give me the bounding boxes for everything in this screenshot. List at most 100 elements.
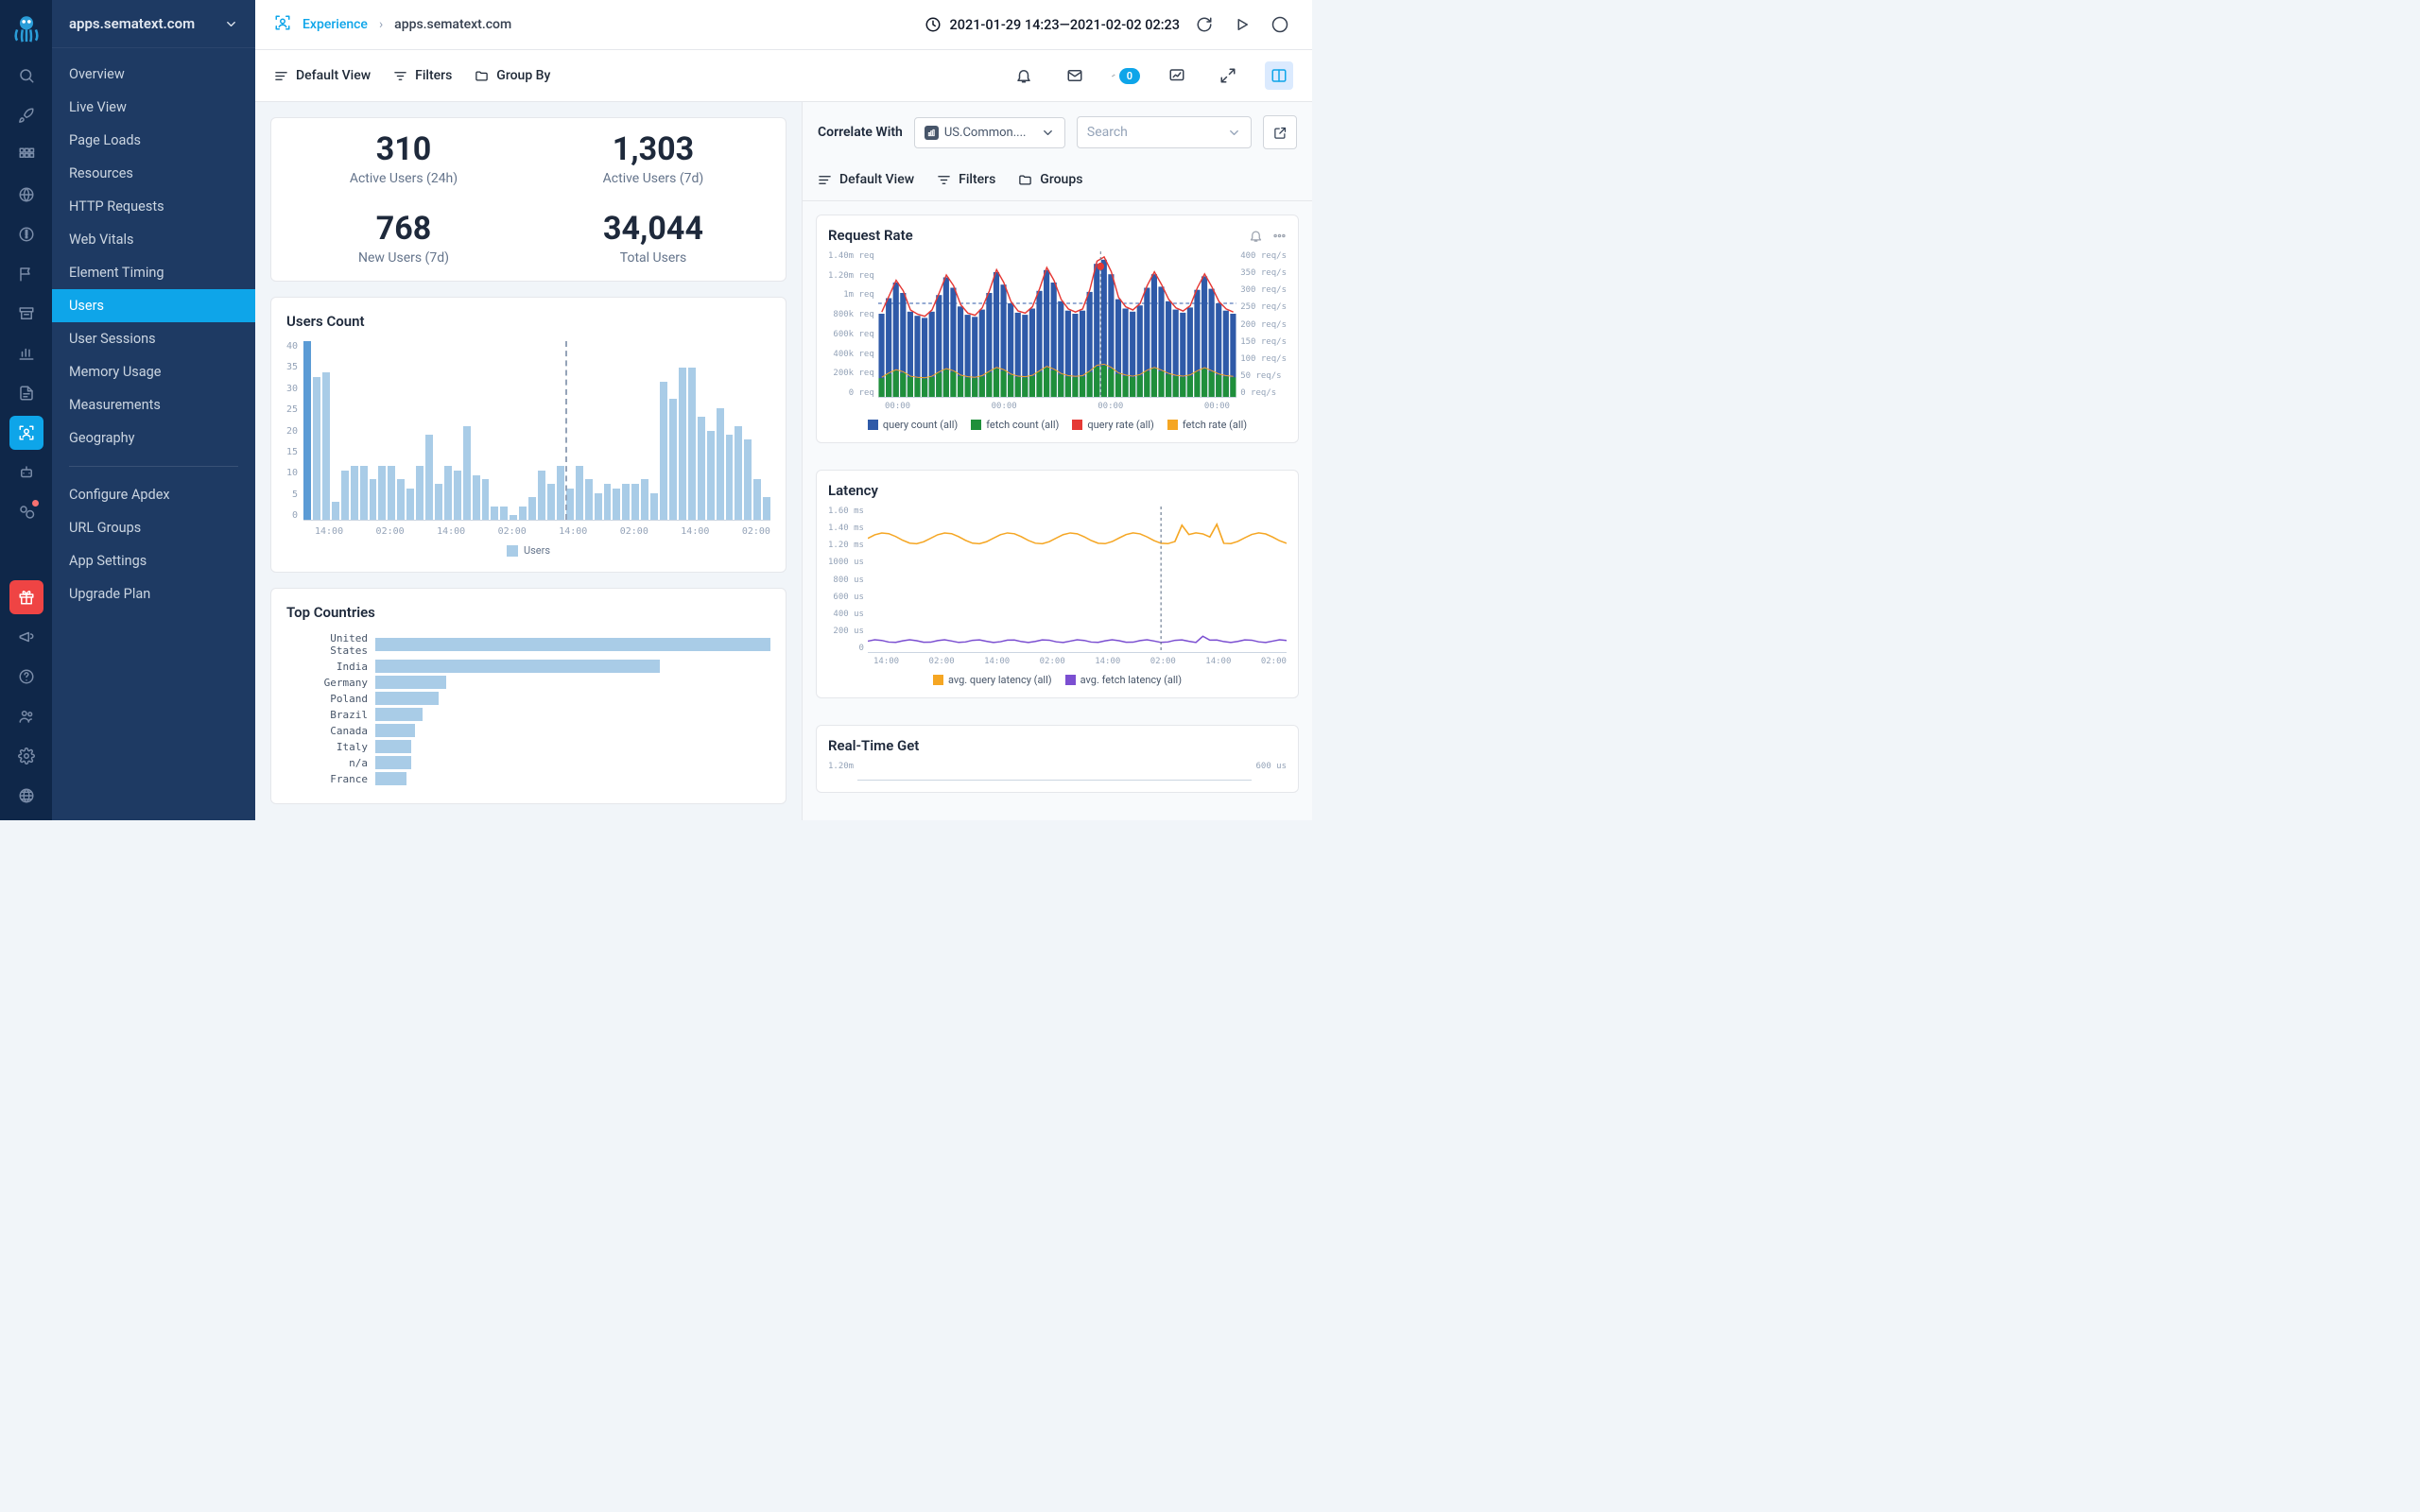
correlate-select[interactable]: US.Common....	[914, 117, 1065, 148]
sidebar-item-page-loads[interactable]: Page Loads	[52, 124, 255, 157]
sidebar-item-app-settings[interactable]: App Settings	[52, 544, 255, 577]
bar[interactable]	[753, 479, 761, 520]
devices-icon[interactable]	[9, 495, 43, 529]
app-selector[interactable]: apps.sematext.com	[52, 0, 255, 48]
bar[interactable]	[707, 431, 715, 521]
refresh-button[interactable]	[1191, 11, 1218, 38]
expand-icon[interactable]	[1214, 61, 1242, 90]
globe-icon[interactable]	[9, 178, 43, 212]
bar[interactable]	[735, 426, 742, 520]
rp-filters[interactable]: Filters	[937, 172, 995, 187]
bar[interactable]	[332, 502, 339, 520]
filters-button[interactable]: Filters	[393, 68, 452, 83]
bar-chart-icon[interactable]	[9, 336, 43, 370]
bar[interactable]	[604, 484, 612, 520]
help-button[interactable]	[1267, 11, 1293, 38]
bar[interactable]	[576, 466, 583, 520]
bar[interactable]	[726, 435, 734, 520]
bar[interactable]	[322, 372, 330, 520]
correlate-icon[interactable]: 0	[1112, 61, 1140, 90]
file-icon[interactable]	[9, 376, 43, 410]
gift-icon[interactable]	[9, 580, 43, 614]
time-range-picker[interactable]: 2021-01-29 14:23—2021-02-02 02:23	[925, 16, 1180, 33]
bar[interactable]	[388, 466, 395, 520]
world-icon[interactable]	[9, 779, 43, 813]
team-icon[interactable]	[9, 699, 43, 733]
bell-icon[interactable]	[1249, 229, 1263, 243]
settings-icon[interactable]	[9, 739, 43, 773]
sidebar-item-http-requests[interactable]: HTTP Requests	[52, 190, 255, 223]
bar[interactable]	[595, 493, 602, 520]
bar[interactable]	[444, 466, 452, 520]
bar[interactable]	[313, 377, 320, 520]
flag-icon[interactable]	[9, 257, 43, 291]
bar[interactable]	[500, 507, 508, 520]
grid-icon[interactable]	[9, 138, 43, 172]
bar[interactable]	[622, 484, 630, 520]
rp-default-view[interactable]: Default View	[818, 172, 914, 187]
bar[interactable]	[698, 417, 705, 520]
split-view-icon[interactable]	[1265, 61, 1293, 90]
group-by-button[interactable]: Group By	[475, 68, 550, 83]
bar[interactable]	[641, 479, 648, 520]
sidebar-item-resources[interactable]: Resources	[52, 157, 255, 190]
bar[interactable]	[679, 368, 686, 520]
bar[interactable]	[717, 408, 724, 520]
sidebar-item-web-vitals[interactable]: Web Vitals	[52, 223, 255, 256]
bar[interactable]	[519, 507, 527, 520]
rp-groups[interactable]: Groups	[1018, 172, 1082, 187]
sidebar-item-memory-usage[interactable]: Memory Usage	[52, 355, 255, 388]
correlate-search[interactable]: Search	[1077, 116, 1252, 148]
bar[interactable]	[491, 507, 498, 520]
bar[interactable]	[585, 479, 593, 520]
bar[interactable]	[454, 471, 461, 520]
sidebar-item-users[interactable]: Users	[52, 289, 255, 322]
bar[interactable]	[669, 399, 677, 520]
archive-icon[interactable]	[9, 297, 43, 331]
default-view-button[interactable]: Default View	[274, 68, 371, 83]
sidebar-item-user-sessions[interactable]: User Sessions	[52, 322, 255, 355]
bar[interactable]	[566, 489, 574, 520]
bar[interactable]	[650, 493, 658, 520]
bar[interactable]	[482, 479, 490, 520]
breadcrumb-root[interactable]: Experience	[302, 17, 368, 32]
bar[interactable]	[547, 484, 555, 520]
sidebar-item-url-groups[interactable]: URL Groups	[52, 511, 255, 544]
bar[interactable]	[425, 435, 433, 520]
bell-icon[interactable]	[1010, 61, 1038, 90]
bar[interactable]	[370, 479, 377, 520]
mail-icon[interactable]	[1061, 61, 1089, 90]
sidebar-item-measurements[interactable]: Measurements	[52, 388, 255, 421]
play-button[interactable]	[1229, 11, 1255, 38]
alert-icon[interactable]	[9, 217, 43, 251]
bar[interactable]	[763, 497, 770, 520]
more-icon[interactable]	[1272, 229, 1287, 243]
megaphone-icon[interactable]	[9, 620, 43, 654]
bar[interactable]	[631, 484, 639, 520]
sidebar-item-geography[interactable]: Geography	[52, 421, 255, 455]
bar[interactable]	[351, 466, 358, 520]
sidebar-item-element-timing[interactable]: Element Timing	[52, 256, 255, 289]
chart-icon[interactable]	[1163, 61, 1191, 90]
bar[interactable]	[538, 471, 545, 520]
sidebar-item-overview[interactable]: Overview	[52, 58, 255, 91]
bar[interactable]	[378, 466, 386, 520]
sidebar-item-live-view[interactable]: Live View	[52, 91, 255, 124]
external-link-button[interactable]	[1263, 115, 1297, 149]
bar[interactable]	[360, 466, 368, 520]
bar[interactable]	[341, 471, 349, 520]
bar[interactable]	[688, 368, 696, 520]
bot-icon[interactable]	[9, 455, 43, 490]
bar[interactable]	[397, 479, 405, 520]
help-icon[interactable]	[9, 660, 43, 694]
experience-icon[interactable]	[9, 416, 43, 450]
bar[interactable]	[660, 382, 667, 520]
bar[interactable]	[613, 489, 620, 520]
bar[interactable]	[557, 466, 564, 520]
search-icon[interactable]	[9, 59, 43, 93]
bar[interactable]	[473, 475, 480, 520]
sidebar-item-upgrade-plan[interactable]: Upgrade Plan	[52, 577, 255, 610]
bar[interactable]	[435, 484, 442, 520]
bar[interactable]	[528, 497, 536, 520]
bar[interactable]	[406, 489, 414, 520]
